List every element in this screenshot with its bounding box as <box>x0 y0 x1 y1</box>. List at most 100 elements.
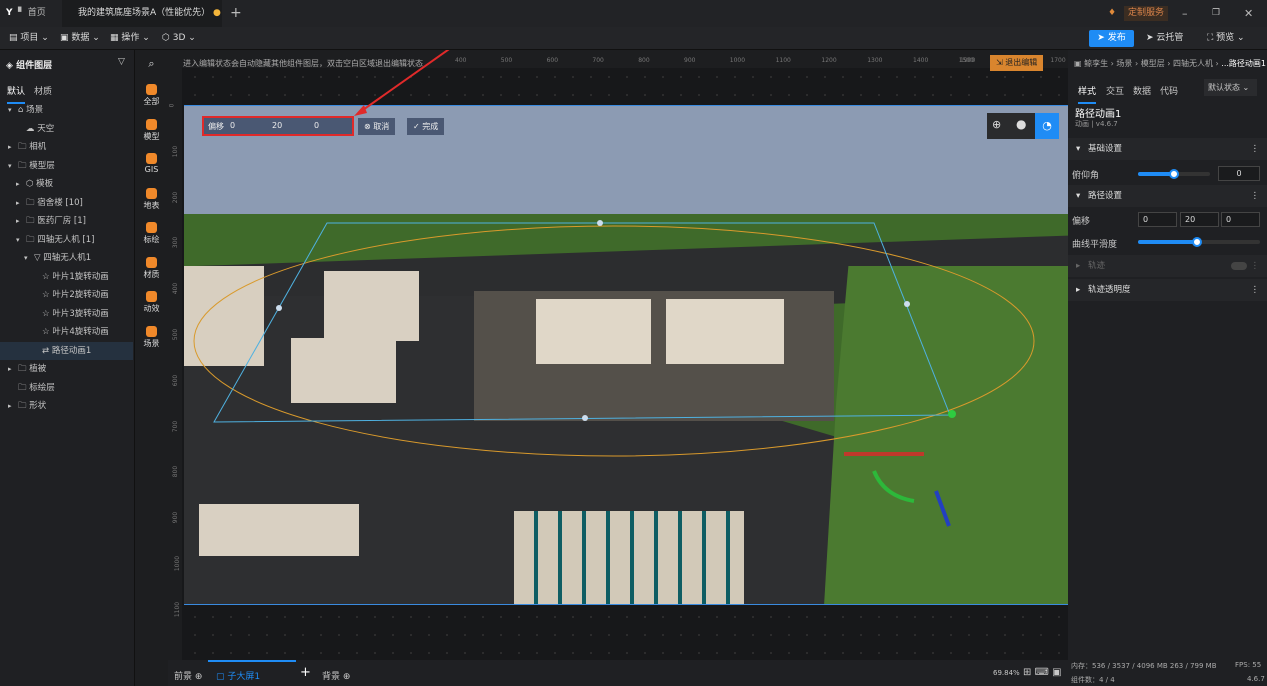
track-toggle[interactable] <box>1231 262 1247 270</box>
layer-item[interactable]: ▸ 🗀 形状 <box>0 397 133 415</box>
category-4[interactable]: 标绘 <box>135 222 168 245</box>
category-5[interactable]: 材质 <box>135 256 168 280</box>
smooth-slider[interactable] <box>1138 237 1260 247</box>
screen-tab[interactable]: ▢ 子大屏1 <box>208 660 296 686</box>
category-6[interactable]: 动效 <box>135 291 168 314</box>
category-7[interactable]: 场景 <box>135 325 168 349</box>
category-3[interactable]: 地表 <box>135 187 168 211</box>
expand-icon[interactable]: ▾ <box>8 157 18 175</box>
custom-service-button[interactable]: 定制服务 <box>1124 6 1169 21</box>
canvas[interactable]: 400 500 600 700 800 900 1000 1100 1200 1300 1400 15… <box>168 50 1068 660</box>
filter-icon[interactable]: ▽ <box>118 57 125 67</box>
smooth-handle[interactable] <box>1191 237 1202 247</box>
expand-icon[interactable]: ▸ <box>16 175 26 193</box>
layer-item[interactable]: ⇄ 路径动画1 <box>0 341 133 360</box>
layer-item[interactable]: ▸ 🗀 植被 <box>0 360 133 378</box>
layer-item[interactable]: 🗀 标绘层 <box>0 379 133 397</box>
cloud-button[interactable]: ➤ 云托管 <box>1146 27 1183 50</box>
3d-menu[interactable]: ⬡ 3D ⌄ <box>162 27 196 50</box>
path-node[interactable] <box>276 305 282 311</box>
expand-icon[interactable]: ▸ <box>8 360 18 378</box>
section-track-opacity[interactable]: ▸ 轨迹透明度 ⋮ <box>1068 279 1267 301</box>
publish-button[interactable]: ➤ 发布 <box>1089 30 1134 47</box>
section-path[interactable]: ▾ 路径设置 ⋮ <box>1068 185 1267 207</box>
layers-title: ◈ 组件图层 <box>6 61 53 71</box>
preview-button[interactable]: ⛶ 预览 ⌄ <box>1207 27 1245 50</box>
crumb[interactable]: 模型层 <box>1141 59 1165 68</box>
layer-item[interactable]: ▾ ⌂ 场景 <box>0 101 133 119</box>
z-axis-gizmo[interactable] <box>934 490 951 527</box>
layers-panel: ◈ 组件图层 ▽ 默认 材质 ▾ ⌂ 场景 ☁ 天空 ▸ 🗀 相机 ▾ 🗀 模型层 ▸ ⬡ 模板… <box>0 50 135 686</box>
ruler-tick: 400 <box>172 282 180 295</box>
pitch-slider[interactable] <box>1138 169 1210 179</box>
drone-marker[interactable] <box>948 410 956 418</box>
fit-icon[interactable]: ⊞ ⌨ ▣ <box>1023 667 1062 678</box>
section-basic[interactable]: ▾ 基础设置 ⋮ <box>1068 138 1267 160</box>
state-select[interactable]: 默认状态 ⌄ <box>1204 79 1257 96</box>
layer-item[interactable]: ▸ 🗀 医药厂房 [1] <box>0 212 133 230</box>
close-button[interactable]: ✕ <box>1244 0 1253 27</box>
minimize-button[interactable]: – <box>1182 0 1188 27</box>
crumb[interactable]: 四轴无人机 <box>1173 59 1213 68</box>
more-icon[interactable]: ⋮ <box>1251 185 1260 207</box>
layer-label: 路径动画1 <box>51 345 92 356</box>
section-track[interactable]: ▸ 轨迹 ⋮ <box>1068 255 1267 277</box>
project-menu[interactable]: ▤ 项目 ⌄ <box>9 27 49 50</box>
add-tab-button[interactable]: + <box>230 0 242 27</box>
offset-y-field[interactable]: 20 <box>1180 212 1219 227</box>
data-menu[interactable]: ▣ 数据 ⌄ <box>60 27 100 50</box>
layer-item[interactable]: ▾ 🗀 模型层 <box>0 157 133 175</box>
tab-home-label: 首页 <box>27 8 46 18</box>
expand-icon[interactable]: ▸ <box>8 397 18 415</box>
state-label: 默认状态 <box>1208 83 1240 92</box>
crumb[interactable]: 场景 <box>1116 59 1132 68</box>
layer-item[interactable]: ☁ 天空 <box>0 120 133 138</box>
pitch-handle[interactable] <box>1169 169 1179 179</box>
expand-icon[interactable]: ▸ <box>16 212 26 230</box>
expand-icon[interactable]: ▸ <box>16 194 26 212</box>
pitch-input[interactable]: 0 <box>1218 166 1260 181</box>
more-icon[interactable]: ⋮ <box>1251 279 1260 301</box>
category-0[interactable]: 全部 <box>135 84 168 107</box>
layer-item[interactable]: ☆ 叶片1旋转动画 <box>0 268 133 286</box>
layer-icon: ⌂ <box>18 105 24 115</box>
foreground-tab[interactable]: 前景 ⊕ <box>174 669 202 682</box>
3d-scene[interactable]: 偏移 0 20 0 ⊗ 取消 ✓ 完成 ⊕ ● ◔ <box>184 105 1068 605</box>
path-node[interactable] <box>904 301 910 307</box>
tab-scene[interactable]: 我的建筑底座场景A（性能优先） ● <box>62 0 222 27</box>
tab-code[interactable]: 代码 <box>1160 84 1178 97</box>
ops-menu[interactable]: ▦ 操作 ⌄ <box>110 27 150 50</box>
expand-icon[interactable]: ▾ <box>16 231 26 249</box>
tab-home[interactable]: ▘ 首页 <box>18 0 58 27</box>
layer-item[interactable]: ▸ ⬡ 模板 <box>0 175 133 193</box>
offset-x-field[interactable]: 0 <box>1138 212 1177 227</box>
path-node[interactable] <box>582 415 588 421</box>
offset-z-field[interactable]: 0 <box>1221 212 1260 227</box>
zoom-level[interactable]: 69.84% <box>993 669 1020 677</box>
expand-icon[interactable]: ▸ <box>8 138 18 156</box>
path-node[interactable] <box>597 220 603 226</box>
layer-item[interactable]: ☆ 叶片2旋转动画 <box>0 286 133 304</box>
add-screen-button[interactable]: + <box>300 665 311 680</box>
layer-item[interactable]: ☆ 叶片4旋转动画 <box>0 323 133 341</box>
more-icon[interactable]: ⋮ <box>1251 255 1260 277</box>
layer-item[interactable]: ☆ 叶片3旋转动画 <box>0 305 133 323</box>
tab-data[interactable]: 数据 <box>1133 84 1151 97</box>
crumb[interactable]: 鲸孪生 <box>1084 59 1108 68</box>
search-icon[interactable]: ⌕ <box>135 57 168 71</box>
tab-interaction[interactable]: 交互 <box>1106 84 1124 97</box>
more-icon[interactable]: ⋮ <box>1251 138 1260 160</box>
expand-icon[interactable]: ▾ <box>24 249 34 267</box>
rotate-gizmo[interactable] <box>872 470 915 503</box>
tab-material[interactable]: 材质 <box>34 84 52 97</box>
layer-item[interactable]: ▸ 🗀 宿舍楼 [10] <box>0 194 133 212</box>
layer-item[interactable]: ▾ ▽ 四轴无人机1 <box>0 249 133 267</box>
maximize-button[interactable]: ❐ <box>1212 0 1220 27</box>
background-tab[interactable]: 背景 ⊕ <box>322 669 350 682</box>
category-2[interactable]: GIS <box>135 153 168 174</box>
tab-style[interactable]: 样式 <box>1078 84 1097 104</box>
category-1[interactable]: 模型 <box>135 118 168 142</box>
layer-item[interactable]: ▾ 🗀 四轴无人机 [1] <box>0 231 133 249</box>
layer-item[interactable]: ▸ 🗀 相机 <box>0 138 133 156</box>
expand-icon[interactable]: ▾ <box>8 101 18 119</box>
